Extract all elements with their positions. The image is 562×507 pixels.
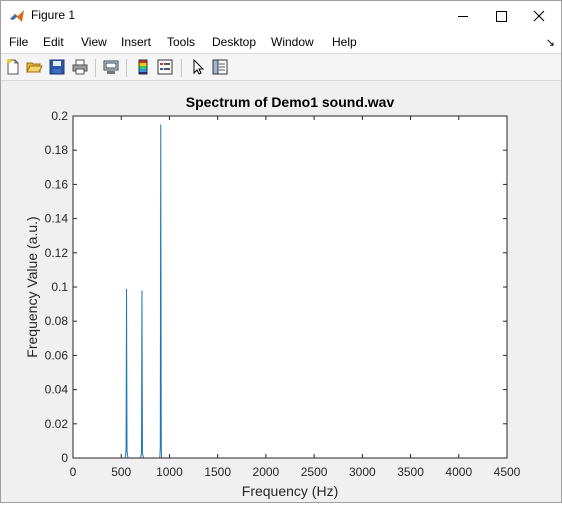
save-button[interactable] [48, 58, 66, 76]
y-tick-label: 0.02 [45, 417, 69, 431]
link-plot-icon [103, 60, 119, 74]
spectrum-chart: Spectrum of Demo1 sound.wav 0 500 1000 1500… [24, 94, 521, 499]
toolbar-separator [181, 59, 182, 77]
x-tick-label: 3500 [397, 465, 424, 479]
x-tick-label: 4000 [445, 465, 472, 479]
edit-plot-button[interactable] [189, 58, 207, 76]
y-tick-label: 0.1 [51, 280, 68, 294]
close-button[interactable] [521, 1, 557, 31]
x-tick-label: 4500 [494, 465, 521, 479]
open-file-button[interactable] [25, 58, 43, 76]
maximize-button[interactable] [483, 1, 519, 31]
cursor-arrow-icon [193, 58, 205, 75]
x-tick-label: 1500 [204, 465, 231, 479]
y-tick-label: 0.04 [45, 383, 69, 397]
matlab-logo-icon [10, 10, 24, 22]
axes-background [73, 116, 507, 458]
close-icon [533, 10, 545, 22]
minimize-button[interactable] [445, 1, 481, 31]
figure-toolbar [1, 53, 561, 81]
menu-help[interactable]: Help [332, 35, 357, 49]
link-plot-button[interactable] [102, 58, 120, 76]
menu-file[interactable]: File [9, 35, 28, 49]
y-tick-label: 0.14 [45, 212, 69, 226]
new-figure-button[interactable] [4, 58, 22, 76]
menu-bar: File Edit View Insert Tools Desktop Wind… [1, 31, 561, 53]
toolbar-separator [95, 59, 96, 77]
colorbar-icon [138, 59, 148, 75]
menu-edit[interactable]: Edit [43, 35, 64, 49]
legend-icon [157, 59, 173, 75]
insert-colorbar-button[interactable] [134, 58, 152, 76]
y-tick-label: 0.06 [45, 348, 69, 362]
dock-arrow-icon[interactable]: ↘ [546, 36, 555, 49]
figure-window: Figure 1 File Edit View Insert Tools Des… [0, 0, 562, 503]
insert-legend-button[interactable] [156, 58, 174, 76]
menu-insert[interactable]: Insert [121, 35, 151, 49]
x-tick-label: 500 [111, 465, 131, 479]
y-axis-label: Frequency Value (a.u.) [24, 216, 40, 357]
y-tick-label: 0.16 [45, 177, 69, 191]
x-tick-label: 2000 [253, 465, 280, 479]
x-axis-label: Frequency (Hz) [242, 483, 338, 499]
minimize-icon [458, 15, 468, 17]
x-tick-label: 1000 [156, 465, 183, 479]
y-tick-label: 0.08 [45, 314, 69, 328]
menu-tools[interactable]: Tools [167, 35, 195, 49]
save-disk-icon [49, 59, 65, 75]
printer-icon [72, 59, 88, 75]
property-panel-icon [212, 59, 228, 75]
x-tick-label: 0 [70, 465, 77, 479]
new-file-icon [7, 59, 19, 75]
window-title: Figure 1 [31, 8, 76, 22]
menu-desktop[interactable]: Desktop [212, 35, 256, 49]
menu-window[interactable]: Window [271, 35, 314, 49]
print-button[interactable] [71, 58, 89, 76]
chart-title: Spectrum of Demo1 sound.wav [186, 94, 395, 110]
property-inspector-button[interactable] [211, 58, 229, 76]
title-bar: Figure 1 [1, 1, 561, 31]
y-tick-label: 0.2 [51, 109, 68, 123]
maximize-icon [495, 10, 507, 22]
figure-canvas: Spectrum of Demo1 sound.wav 0 500 1000 1500… [1, 81, 561, 502]
menu-view[interactable]: View [81, 35, 107, 49]
x-tick-label: 3000 [349, 465, 376, 479]
y-tick-label: 0.18 [45, 143, 69, 157]
folder-open-icon [26, 62, 43, 73]
y-tick-label: 0.12 [45, 246, 69, 260]
toolbar-separator [126, 59, 127, 77]
x-tick-label: 2500 [301, 465, 328, 479]
y-tick-label: 0 [61, 451, 68, 465]
